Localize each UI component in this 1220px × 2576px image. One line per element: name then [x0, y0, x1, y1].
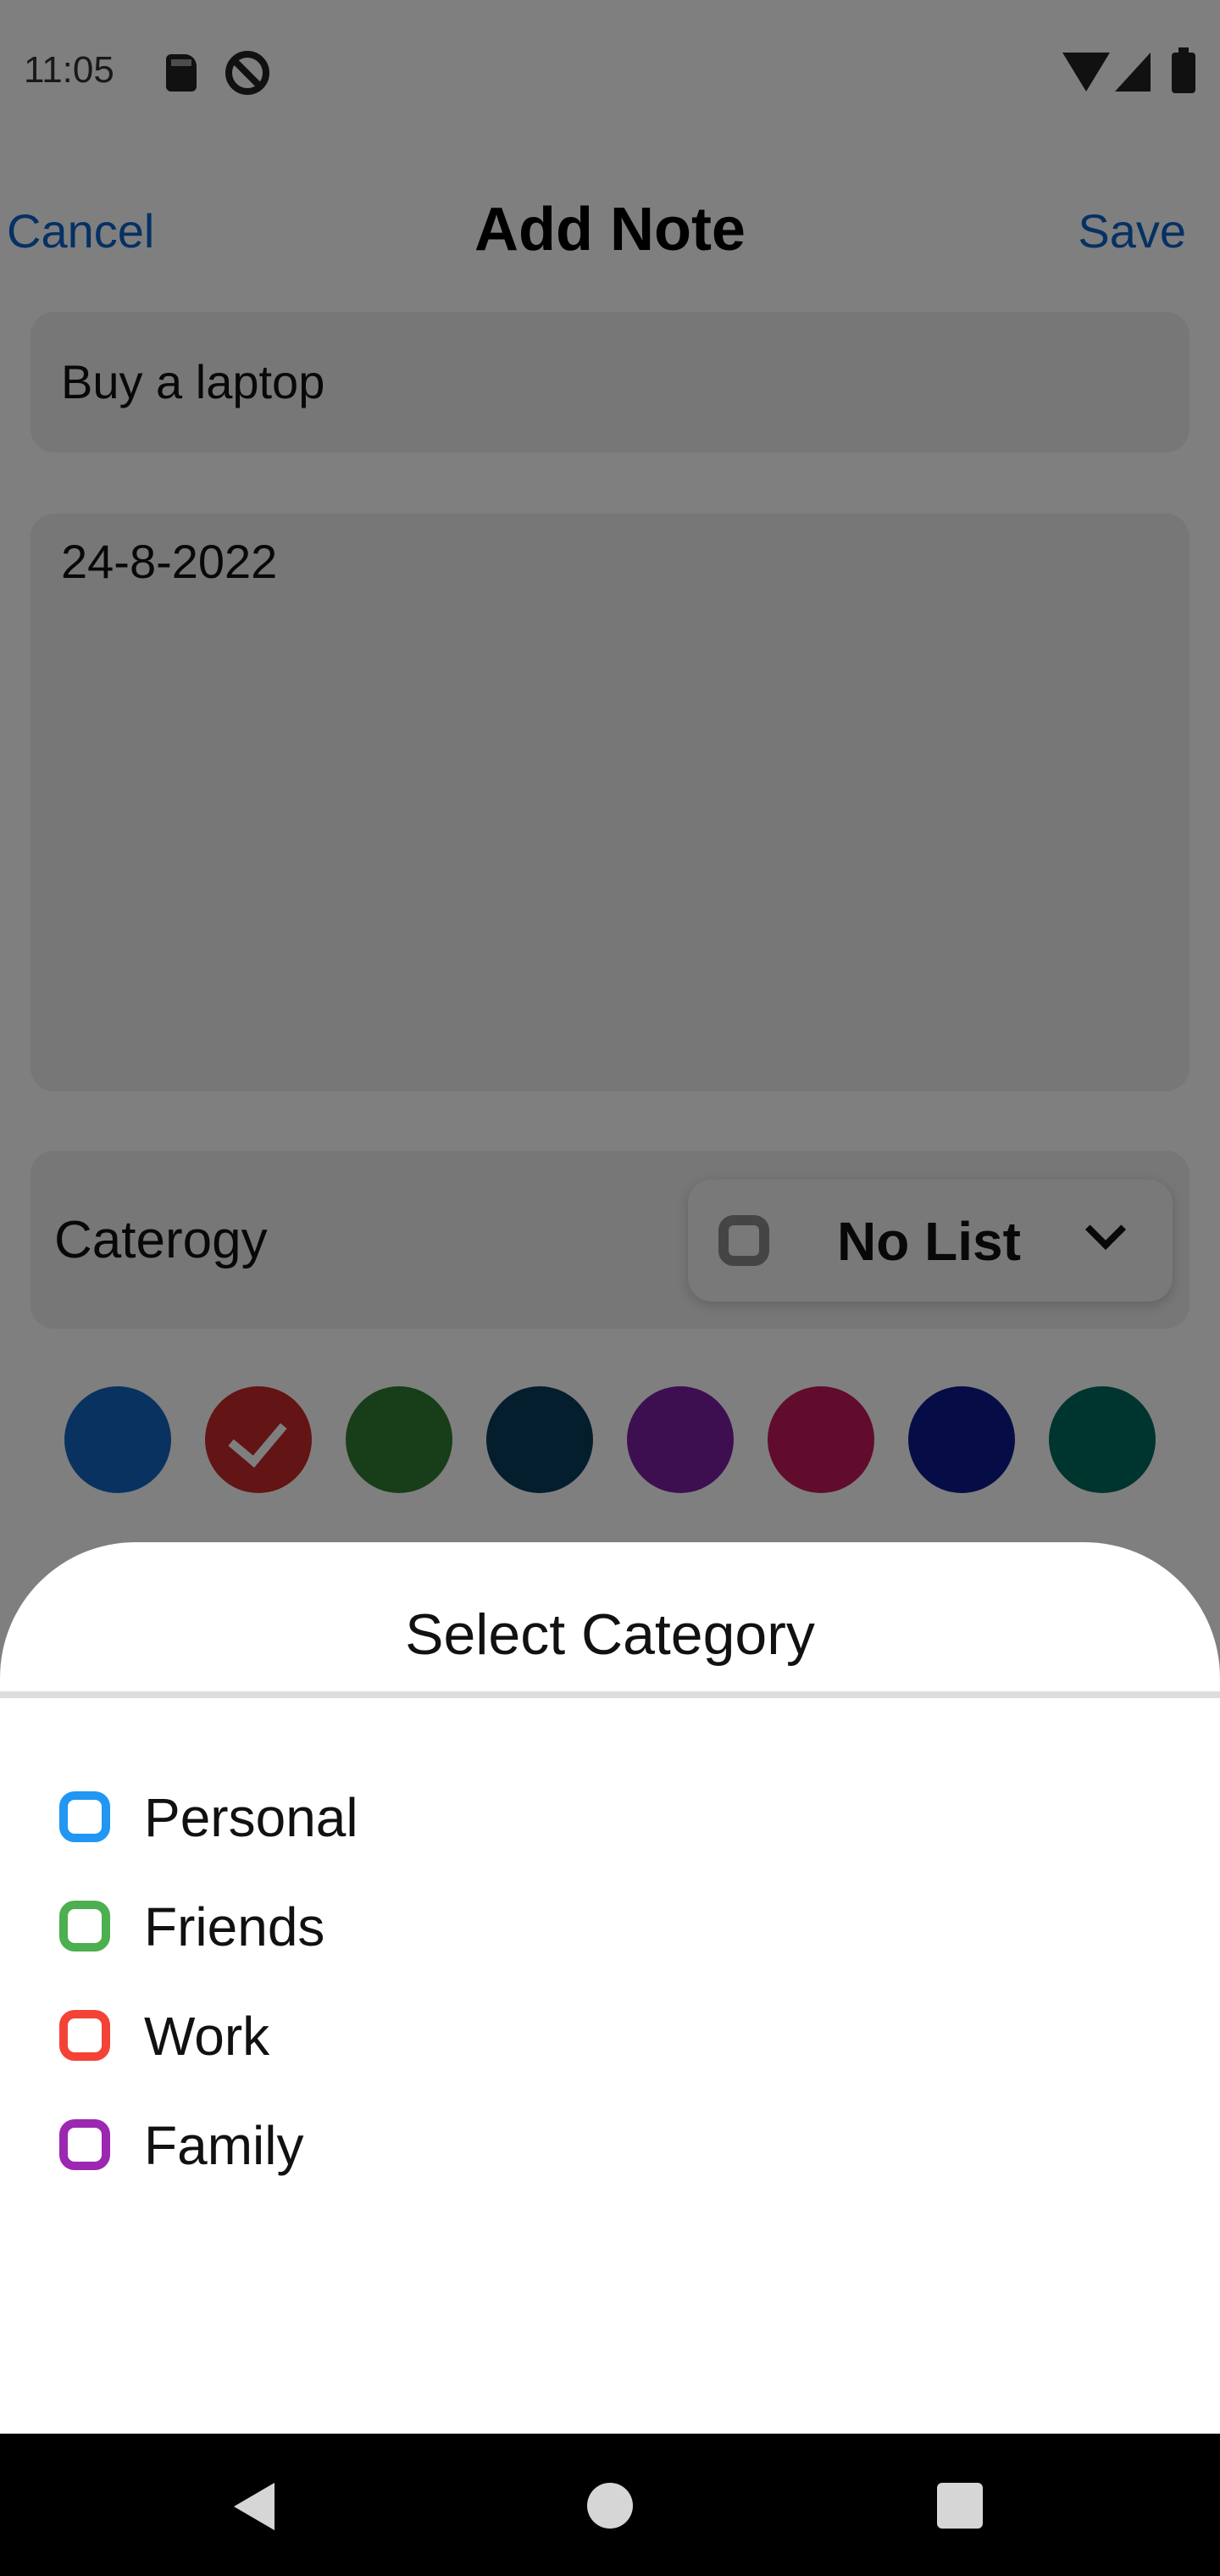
category-square-icon	[59, 2119, 110, 2170]
category-option-label: Work	[144, 2006, 270, 2067]
category-option[interactable]: Work	[59, 1991, 1161, 2076]
category-option-label: Personal	[144, 1787, 358, 1848]
recents-square-icon[interactable]	[937, 2483, 983, 2529]
category-square-icon	[59, 2010, 110, 2061]
category-option[interactable]: Friends	[59, 1882, 1161, 1967]
category-option[interactable]: Personal	[59, 1773, 1161, 1857]
category-square-icon	[59, 1901, 110, 1951]
navigation-bar	[0, 2434, 1220, 2576]
back-triangle-icon[interactable]	[234, 2483, 274, 2530]
category-option[interactable]: Family	[59, 2101, 1161, 2185]
select-category-sheet: Select Category Personal Friends Work Famil…	[0, 1542, 1220, 2434]
category-square-icon	[59, 1791, 110, 1842]
home-circle-icon[interactable]	[587, 2483, 633, 2529]
category-option-label: Family	[144, 2115, 304, 2176]
sheet-divider	[0, 1691, 1220, 1698]
category-option-label: Friends	[144, 1896, 325, 1957]
sheet-title: Select Category	[405, 1602, 815, 1667]
add-note-screen: 11:05 Cancel Add Note Save Buy a laptop …	[0, 0, 1220, 2576]
